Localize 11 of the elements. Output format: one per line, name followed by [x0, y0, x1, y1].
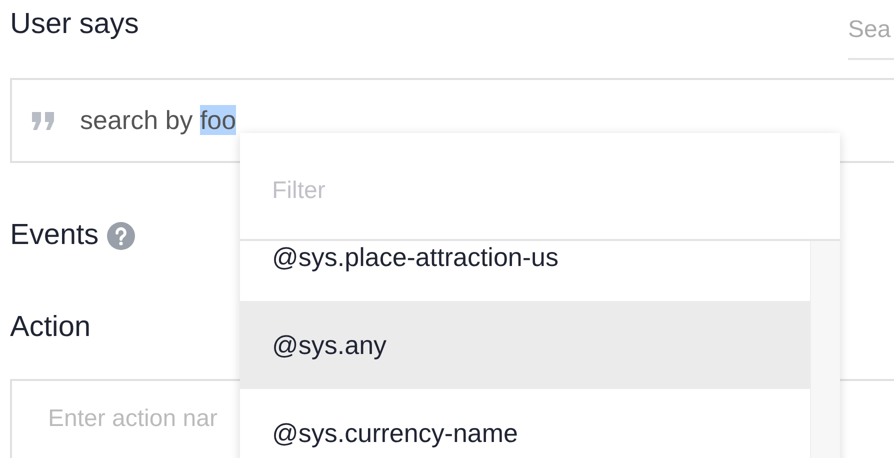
section-title: Action — [10, 313, 92, 342]
quote-icon — [30, 110, 56, 132]
scrollbar-track[interactable] — [810, 241, 840, 458]
dropdown-option[interactable]: @sys.place-attraction-us — [240, 241, 810, 301]
help-icon[interactable] — [106, 222, 135, 250]
section-title: User says — [10, 10, 139, 39]
phrase-text: search by foo — [80, 104, 236, 137]
dropdown-option[interactable]: @sys.currency-name — [240, 389, 810, 458]
dropdown-option[interactable]: @sys.any — [240, 301, 810, 389]
search-field[interactable]: Sea — [848, 12, 894, 60]
section-title: Events — [10, 221, 99, 250]
